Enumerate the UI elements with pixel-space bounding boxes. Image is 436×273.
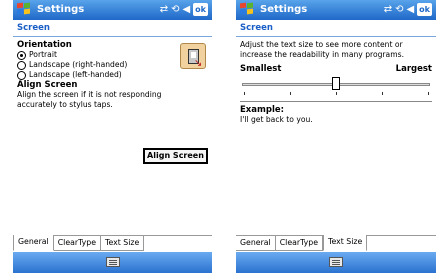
- volume-icon[interactable]: ◀: [182, 3, 190, 16]
- radio-portrait[interactable]: [17, 50, 26, 60]
- align-screen-button[interactable]: Align Screen: [143, 148, 208, 164]
- slider-tick: [290, 92, 291, 95]
- text-size-panel: Adjust the text size to see more content…: [240, 40, 432, 125]
- title-bar: Settings ⇄ ⟲ ◀ ok: [236, 0, 436, 20]
- connectivity-icon[interactable]: ⇄: [384, 3, 392, 16]
- tab-general[interactable]: General: [13, 235, 54, 251]
- tab-cleartype[interactable]: ClearType: [275, 236, 324, 251]
- radio-label: Landscape (right-handed): [29, 60, 128, 69]
- tab-text-size[interactable]: Text Size: [101, 236, 145, 251]
- tab-cleartype[interactable]: ClearType: [53, 236, 102, 251]
- slider-tick: [428, 92, 429, 95]
- sync-icon[interactable]: ⟲: [171, 3, 179, 16]
- menu-bar: [236, 252, 436, 273]
- volume-icon[interactable]: ◀: [406, 3, 414, 16]
- slider-tick: [244, 92, 245, 95]
- tab-general[interactable]: General: [236, 236, 276, 251]
- sync-icon[interactable]: ⟲: [395, 3, 403, 16]
- rotate-screen-icon: ↘: [180, 43, 206, 69]
- slider-labels: Smallest Largest: [240, 64, 432, 74]
- slider-thumb[interactable]: [332, 77, 340, 90]
- page-title: Screen: [236, 21, 436, 37]
- text-size-description: Adjust the text size to see more content…: [240, 40, 404, 59]
- radio-label: Landscape (left-handed): [29, 70, 122, 79]
- connectivity-icon[interactable]: ⇄: [160, 3, 168, 16]
- screen-settings-text-size: Settings ⇄ ⟲ ◀ ok Screen Adjust the text…: [236, 0, 436, 273]
- radio-label: Portrait: [29, 50, 57, 59]
- slider-tick: [336, 92, 337, 95]
- tab-text-size[interactable]: Text Size: [323, 235, 368, 251]
- divider: [240, 101, 432, 102]
- orientation-option-landscape-left[interactable]: Landscape (left-handed): [17, 70, 208, 80]
- align-description: Align the screen if it is not responding…: [17, 90, 162, 109]
- tab-strip: General ClearType Text Size: [13, 235, 212, 251]
- ok-button[interactable]: ok: [193, 3, 208, 16]
- text-size-slider[interactable]: [240, 77, 432, 97]
- keyboard-icon[interactable]: [105, 257, 120, 267]
- tab-strip: General ClearType Text Size: [236, 235, 436, 251]
- app-title: Settings: [37, 4, 85, 15]
- radio-landscape-right[interactable]: [17, 60, 26, 70]
- system-tray: ⇄ ⟲ ◀ ok: [384, 3, 432, 16]
- slider-max-label: Largest: [395, 64, 432, 74]
- example-label: Example:: [240, 105, 285, 115]
- system-tray: ⇄ ⟲ ◀ ok: [160, 3, 208, 16]
- keyboard-icon[interactable]: [329, 257, 343, 267]
- ok-button[interactable]: ok: [417, 3, 432, 16]
- slider-min-label: Smallest: [240, 64, 282, 74]
- screen-settings-general: Settings ⇄ ⟲ ◀ ok Screen Orientation Por…: [13, 0, 212, 273]
- radio-landscape-left[interactable]: [17, 70, 26, 80]
- windows-flag-icon[interactable]: [17, 2, 32, 17]
- menu-bar: [13, 252, 212, 273]
- slider-tick: [382, 92, 383, 95]
- title-bar: Settings ⇄ ⟲ ◀ ok: [13, 0, 212, 20]
- page-title: Screen: [13, 21, 212, 37]
- app-title: Settings: [260, 4, 308, 15]
- windows-flag-icon[interactable]: [240, 2, 255, 17]
- example-text: I'll get back to you.: [240, 115, 313, 124]
- align-heading: Align Screen: [17, 80, 78, 90]
